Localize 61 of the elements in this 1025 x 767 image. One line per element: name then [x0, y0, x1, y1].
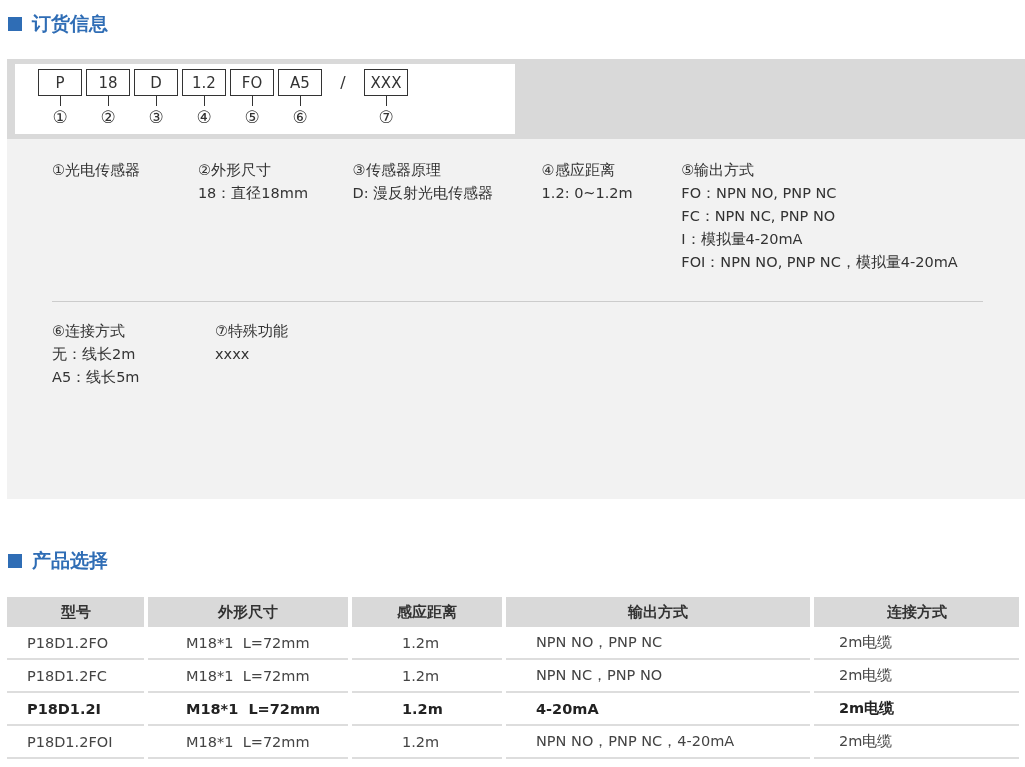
segment-number: ⑥ [292, 106, 308, 128]
legend-title: ③传感器原理 [352, 161, 442, 180]
legend-text: 无：线长2m [52, 345, 137, 364]
legend-text: xxxx [215, 345, 251, 364]
column-header: 连接方式 [814, 597, 1019, 627]
table-cell: NPN NC，PNP NO [506, 660, 810, 693]
table-cell: 1.2m [352, 627, 502, 660]
segment-number: ⑤ [244, 106, 260, 128]
section-title: 订货信息 [32, 11, 108, 36]
table-cell: 2m电缆 [814, 660, 1019, 693]
code-segment: 18 [86, 69, 130, 96]
legend-text: D: 漫反射光电传感器 [352, 184, 495, 203]
table-cell: M18*1 L=72mm [148, 660, 348, 693]
segment-number: ⑦ [378, 106, 394, 128]
legend-title: ⑤输出方式 [681, 161, 756, 180]
section-marker-icon [8, 554, 22, 568]
table-cell: P18D1.2FC [7, 660, 144, 693]
legend-title: ④感应距离 [541, 161, 616, 180]
table-cell: 2m电缆 [814, 627, 1019, 660]
legend-title: ②外形尺寸 [197, 161, 272, 180]
segment-number: ③ [148, 106, 164, 128]
table-cell: P18D1.2FO [7, 627, 144, 660]
table-cell: 2m电缆 [814, 726, 1019, 759]
code-segment: FO [230, 69, 274, 96]
legend-text: A5：线长5m [52, 368, 141, 387]
segment-number: ② [100, 106, 116, 128]
table-cell: M18*1 L=72mm [148, 693, 348, 726]
code-segment: A5 [278, 69, 322, 96]
legend-text: FOI：NPN NO, PNP NC，模拟量4-20mA [681, 253, 959, 272]
table-cell: NPN NO，PNP NC [506, 627, 810, 660]
legend-text: FC：NPN NC, PNP NO [681, 207, 837, 226]
legend-text: 18：直径18mm [197, 184, 310, 203]
table-cell: M18*1 L=72mm [148, 627, 348, 660]
legend-title: ①光电传感器 [52, 161, 141, 180]
legend-text: I：模拟量4-20mA [681, 230, 804, 249]
code-segment: P [38, 69, 82, 96]
code-separator: / [339, 72, 347, 94]
legend-text: 1.2: 0~1.2m [541, 184, 634, 203]
code-segment: XXX [364, 69, 408, 96]
table-cell: P18D1.2FOI [7, 726, 144, 759]
table-cell: NPN NO，PNP NC，4-20mA [506, 726, 810, 759]
table-cell: P18D1.2I [7, 693, 144, 726]
column-header: 感应距离 [352, 597, 502, 627]
code-segment: 1.2 [182, 69, 226, 96]
table-cell: M18*1 L=72mm [148, 726, 348, 759]
section-marker-icon [8, 17, 22, 31]
section-title: 产品选择 [32, 548, 108, 573]
column-header: 输出方式 [506, 597, 810, 627]
table-cell: 2m电缆 [814, 693, 1019, 726]
column-header: 外形尺寸 [148, 597, 348, 627]
segment-number: ④ [196, 106, 212, 128]
column-header: 型号 [7, 597, 144, 627]
table-cell: 1.2m [352, 726, 502, 759]
legend-text: FO：NPN NO, PNP NC [681, 184, 838, 203]
table-cell: 1.2m [352, 660, 502, 693]
legend-title: ⑥连接方式 [52, 322, 126, 341]
code-segment: D [134, 69, 178, 96]
segment-number: ① [52, 106, 68, 128]
legend-title: ⑦特殊功能 [215, 322, 289, 341]
table-cell: 1.2m [352, 693, 502, 726]
table-cell: 4-20mA [506, 693, 810, 726]
